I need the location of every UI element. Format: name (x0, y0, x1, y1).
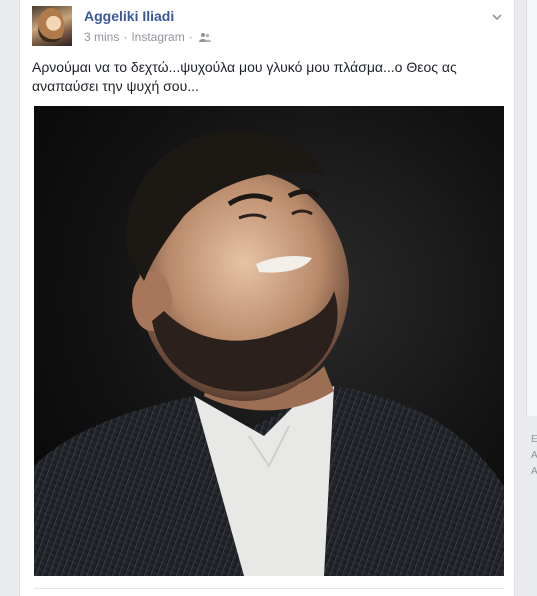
chevron-down-icon[interactable] (490, 10, 504, 24)
post-timestamp[interactable]: 3 mins (84, 30, 119, 44)
post-text: Αρνούμαι να το δεχτώ...ψυχούλα μου γλυκό… (32, 59, 457, 94)
post-photo[interactable] (34, 106, 504, 576)
post-card: Aggeliki Iliadi 3 mins · Instagram · Αρν… (19, 0, 515, 596)
meta-separator-2: · (188, 30, 193, 44)
meta-separator: · (123, 30, 128, 44)
side-letter: E (531, 434, 537, 445)
post-divider (34, 588, 504, 589)
friends-icon[interactable] (198, 32, 211, 42)
post-source[interactable]: Instagram (131, 30, 184, 44)
side-letter: A (531, 450, 537, 461)
author-avatar[interactable] (32, 6, 72, 46)
author-name-link[interactable]: Aggeliki Iliadi (84, 8, 174, 24)
right-column-text: E A A (531, 432, 537, 480)
right-column-box (526, 0, 537, 416)
side-letter: A (531, 466, 537, 477)
post-meta: 3 mins · Instagram · (84, 30, 211, 44)
